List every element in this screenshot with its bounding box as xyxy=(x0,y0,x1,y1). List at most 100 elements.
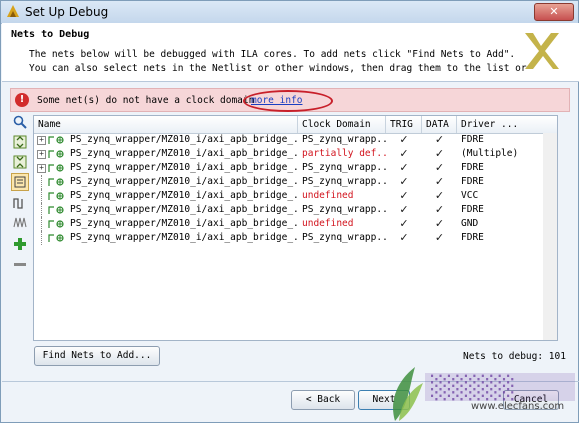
set-up-debug-dialog: Set Up Debug ✕ Nets to Debug The nets be… xyxy=(0,0,579,423)
col-driver[interactable]: Driver ... xyxy=(457,116,557,133)
driver: FDRE xyxy=(461,204,484,215)
window-title: Set Up Debug xyxy=(25,5,109,19)
trig-checkbox[interactable]: ✓ xyxy=(386,203,422,217)
net-name: PS_zynq_wrapper/MZ010_i/axi_apb_bridge_.… xyxy=(70,134,298,145)
col-trig[interactable]: TRIG xyxy=(386,116,422,133)
table-row[interactable]: PS_zynq_wrapper/MZ010_i/axi_apb_bridge_.… xyxy=(34,231,557,245)
net-icon xyxy=(48,164,64,172)
trig-checkbox[interactable]: ✓ xyxy=(386,217,422,231)
side-toolbar xyxy=(10,113,30,333)
watermark-logo: ░░░░░ xyxy=(393,367,575,421)
net-name: PS_zynq_wrapper/MZ010_i/axi_apb_bridge_.… xyxy=(70,176,298,187)
tree-line xyxy=(41,189,43,203)
data-checkbox[interactable]: ✓ xyxy=(422,175,457,189)
tree-line xyxy=(41,217,43,231)
driver: FDRE xyxy=(461,134,484,145)
net-icon xyxy=(48,220,64,228)
title-bar: Set Up Debug ✕ xyxy=(1,1,578,24)
clock-domain: PS_zynq_wrapp... xyxy=(302,204,386,215)
tree-line xyxy=(41,231,43,245)
table-row[interactable]: PS_zynq_wrapper/MZ010_i/axi_apb_bridge_.… xyxy=(34,175,557,189)
table-row[interactable]: PS_zynq_wrapper/MZ010_i/axi_apb_bridge_.… xyxy=(34,203,557,217)
net-icon xyxy=(48,192,64,200)
data-checkbox[interactable]: ✓ xyxy=(422,161,457,175)
table-row[interactable]: + PS_zynq_wrapper/MZ010_i/axi_apb_bridge_… xyxy=(34,161,557,175)
net-name: PS_zynq_wrapper/MZ010_i/axi_apb_bridge_.… xyxy=(70,232,298,243)
clock-domain: undefined xyxy=(302,190,354,201)
trig-checkbox[interactable]: ✓ xyxy=(386,147,422,161)
xilinx-logo-icon xyxy=(525,33,559,69)
data-checkbox[interactable]: ✓ xyxy=(422,189,457,203)
expand-all-icon[interactable] xyxy=(11,153,29,171)
net-name: PS_zynq_wrapper/MZ010_i/axi_apb_bridge_.… xyxy=(70,218,298,229)
watermark-text: www.elecfans.com xyxy=(471,401,565,412)
col-name[interactable]: Name xyxy=(34,116,298,133)
add-icon[interactable] xyxy=(11,235,29,253)
clock-domain: PS_zynq_wrapp... xyxy=(302,134,386,145)
col-data[interactable]: DATA xyxy=(422,116,457,133)
clock-domain: PS_zynq_wrapp... xyxy=(302,232,386,243)
description-line-2: You can also select nets in the Netlist … xyxy=(29,63,527,74)
group-icon[interactable] xyxy=(11,173,29,191)
clock-domain: undefined xyxy=(302,218,354,229)
driver: FDRE xyxy=(461,232,484,243)
pulse-icon[interactable] xyxy=(11,194,29,212)
net-name: PS_zynq_wrapper/MZ010_i/axi_apb_bridge_.… xyxy=(70,148,298,159)
data-checkbox[interactable]: ✓ xyxy=(422,203,457,217)
tree-line xyxy=(41,175,43,189)
table-header: Name Clock Domain TRIG DATA Driver ... xyxy=(34,116,557,134)
app-icon xyxy=(7,5,19,17)
nets-table: Name Clock Domain TRIG DATA Driver ... +… xyxy=(33,115,558,341)
table-row[interactable]: PS_zynq_wrapper/MZ010_i/axi_apb_bridge_.… xyxy=(34,189,557,203)
table-row[interactable]: + PS_zynq_wrapper/MZ010_i/axi_apb_bridge_… xyxy=(34,147,557,161)
driver: GND xyxy=(461,218,479,229)
net-name: PS_zynq_wrapper/MZ010_i/axi_apb_bridge_.… xyxy=(70,162,298,173)
table-scrollbar[interactable] xyxy=(543,133,557,340)
data-checkbox[interactable]: ✓ xyxy=(422,133,457,147)
page-description: The nets below will be debugged with ILA… xyxy=(29,48,527,76)
net-icon xyxy=(48,206,64,214)
expand-toggle-icon[interactable]: + xyxy=(37,150,46,159)
driver: (Multiple) xyxy=(461,148,519,159)
clock-domain: PS_zynq_wrapp... xyxy=(302,162,386,173)
driver: VCC xyxy=(461,190,479,201)
net-name: PS_zynq_wrapper/MZ010_i/axi_apb_bridge_.… xyxy=(70,190,298,201)
trig-checkbox[interactable]: ✓ xyxy=(386,175,422,189)
wizard-header: Nets to Debug The nets below will be deb… xyxy=(2,23,579,82)
description-line-1: The nets below will be debugged with ILA… xyxy=(29,49,516,60)
expand-toggle-icon[interactable]: + xyxy=(37,136,46,145)
data-checkbox[interactable]: ✓ xyxy=(422,217,457,231)
tree-line xyxy=(41,203,43,217)
col-clock-domain[interactable]: Clock Domain xyxy=(298,116,386,133)
search-icon[interactable] xyxy=(11,113,29,131)
table-row[interactable]: + PS_zynq_wrapper/MZ010_i/axi_apb_bridge_… xyxy=(34,133,557,147)
expand-toggle-icon[interactable]: + xyxy=(37,164,46,173)
trig-checkbox[interactable]: ✓ xyxy=(386,133,422,147)
data-checkbox[interactable]: ✓ xyxy=(422,231,457,245)
data-checkbox[interactable]: ✓ xyxy=(422,147,457,161)
back-button[interactable]: < Back xyxy=(291,390,355,410)
close-icon: ✕ xyxy=(549,5,559,18)
driver: FDRE xyxy=(461,176,484,187)
table-row[interactable]: PS_zynq_wrapper/MZ010_i/axi_apb_bridge_.… xyxy=(34,217,557,231)
find-nets-button[interactable]: Find Nets to Add... xyxy=(34,346,160,366)
clock-domain: partially def... xyxy=(302,148,386,159)
net-icon xyxy=(48,150,64,158)
error-icon: ! xyxy=(15,93,29,107)
trig-checkbox[interactable]: ✓ xyxy=(386,161,422,175)
warning-banner: ! Some net(s) do not have a clock domain… xyxy=(10,88,570,112)
net-icon xyxy=(48,178,64,186)
net-name: PS_zynq_wrapper/MZ010_i/axi_apb_bridge_.… xyxy=(70,204,298,215)
remove-icon[interactable] xyxy=(11,255,29,273)
collapse-all-icon[interactable] xyxy=(11,133,29,151)
net-icon xyxy=(48,234,64,242)
waveform-icon[interactable] xyxy=(11,213,29,231)
close-button[interactable]: ✕ xyxy=(534,3,574,21)
page-title: Nets to Debug xyxy=(11,29,90,40)
highlight-ellipse xyxy=(243,90,333,112)
clock-domain: PS_zynq_wrapp... xyxy=(302,176,386,187)
trig-checkbox[interactable]: ✓ xyxy=(386,231,422,245)
trig-checkbox[interactable]: ✓ xyxy=(386,189,422,203)
svg-text:░░░░░: ░░░░░ xyxy=(431,374,516,401)
driver: FDRE xyxy=(461,162,484,173)
